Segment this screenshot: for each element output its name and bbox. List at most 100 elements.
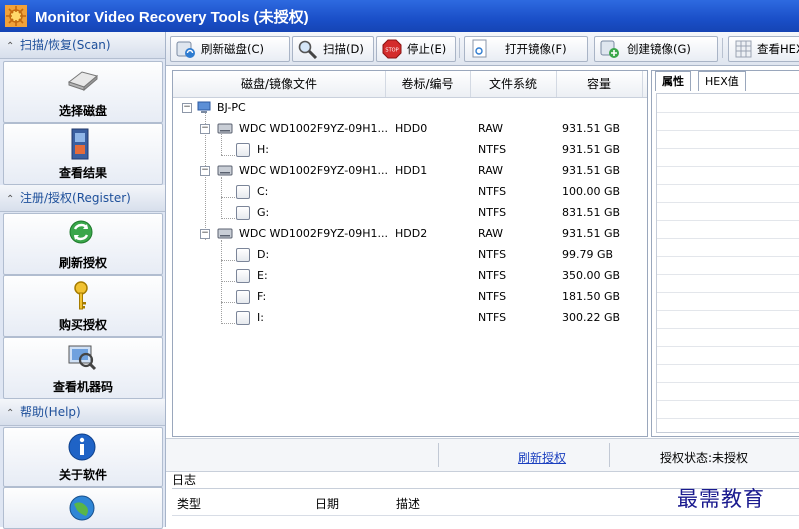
grid-line bbox=[657, 166, 799, 167]
tree-row-volume[interactable]: I: NTFS 300.22 GB bbox=[173, 307, 647, 328]
select-disk-button[interactable]: 选择磁盘 bbox=[3, 61, 163, 123]
volume-checkbox[interactable] bbox=[236, 206, 250, 220]
properties-panel: 属性 HEX值 bbox=[651, 70, 799, 437]
grid-line bbox=[657, 220, 799, 221]
file-system: NTFS bbox=[478, 311, 507, 324]
column-header[interactable]: 磁盘/镜像文件 bbox=[173, 71, 386, 97]
volume-name: H: bbox=[257, 143, 269, 156]
grid-line bbox=[657, 112, 799, 113]
grid-line bbox=[657, 364, 799, 365]
tree-row-disk[interactable]: − WDC WD1002F9YZ-09H1... HDD1 RAW 931.51… bbox=[173, 160, 647, 181]
tree-row-volume[interactable]: C: NTFS 100.00 GB bbox=[173, 181, 647, 202]
collapse-icon[interactable]: − bbox=[200, 166, 210, 176]
tree-row-volume[interactable]: H: NTFS 931.51 GB bbox=[173, 139, 647, 160]
column-header[interactable]: 容量 bbox=[556, 71, 643, 97]
file-system: NTFS bbox=[478, 290, 507, 303]
volume-name: I: bbox=[257, 311, 264, 324]
volume-name: G: bbox=[257, 206, 270, 219]
volume-checkbox[interactable] bbox=[236, 269, 250, 283]
file-system: RAW bbox=[478, 122, 503, 135]
window-title: Monitor Video Recovery Tools (未授权) bbox=[35, 9, 309, 26]
volume-name: C: bbox=[257, 185, 269, 198]
refresh-license-button[interactable]: 刷新授权 bbox=[3, 213, 163, 275]
disk-icon bbox=[67, 71, 99, 92]
view-results-button[interactable]: 查看结果 bbox=[3, 123, 163, 185]
computer-icon bbox=[197, 101, 211, 113]
capacity: 100.00 GB bbox=[562, 185, 621, 198]
log-column-description[interactable]: 描述 bbox=[396, 495, 420, 512]
hard-disk-icon bbox=[217, 123, 233, 134]
column-header[interactable]: 文件系统 bbox=[470, 71, 557, 97]
open-image-label: 打开镜像(F) bbox=[505, 42, 567, 56]
collapse-icon[interactable]: − bbox=[200, 229, 210, 239]
grid-line bbox=[657, 328, 799, 329]
refresh-disk-button[interactable]: 刷新磁盘(C) bbox=[170, 36, 290, 62]
stop-button[interactable]: STOP 停止(E) bbox=[376, 36, 456, 62]
view-machine-code-button[interactable]: 查看机器码 bbox=[3, 337, 163, 399]
create-image-icon bbox=[600, 40, 619, 58]
column-header[interactable]: 卷标/编号 bbox=[385, 71, 471, 97]
collapse-icon[interactable]: − bbox=[200, 124, 210, 134]
volume-name: E: bbox=[257, 269, 268, 282]
capacity: 181.50 GB bbox=[562, 290, 621, 303]
disk-tree-view[interactable]: 磁盘/镜像文件 卷标/编号 文件系统 容量 − BJ-PC − WDC WD10… bbox=[172, 70, 648, 437]
tree-row-disk[interactable]: − WDC WD1002F9YZ-09H1... HDD0 RAW 931.51… bbox=[173, 118, 647, 139]
tree-row-volume[interactable]: E: NTFS 350.00 GB bbox=[173, 265, 647, 286]
tree-row-disk[interactable]: − WDC WD1002F9YZ-09H1... HDD2 RAW 931.51… bbox=[173, 223, 647, 244]
disk-name: WDC WD1002F9YZ-09H1... bbox=[239, 164, 388, 177]
status-bar: 刷新授权 授权状态:未授权 bbox=[166, 438, 799, 472]
stop-label: 停止(E) bbox=[407, 42, 447, 56]
hard-disk-icon bbox=[217, 165, 233, 176]
collapse-icon[interactable]: − bbox=[182, 103, 192, 113]
file-system: NTFS bbox=[478, 206, 507, 219]
watermark-text: 最需教育 bbox=[677, 487, 765, 511]
about-button[interactable]: 关于软件 bbox=[3, 427, 163, 487]
scan-label: 扫描(D) bbox=[323, 42, 364, 56]
section-scan-header[interactable]: ⌃ 扫描/恢复(Scan) bbox=[0, 32, 165, 59]
refresh-icon bbox=[69, 220, 93, 244]
svg-text:STOP: STOP bbox=[385, 48, 398, 54]
buy-license-button[interactable]: 购买授权 bbox=[3, 275, 163, 337]
grid-line bbox=[657, 202, 799, 203]
disk-name: WDC WD1002F9YZ-09H1... bbox=[239, 122, 388, 135]
globe-icon bbox=[69, 495, 95, 521]
website-button[interactable] bbox=[3, 487, 163, 529]
grid-line bbox=[657, 382, 799, 383]
section-help-header[interactable]: ⌃ 帮助(Help) bbox=[0, 399, 165, 426]
tree-row-volume[interactable]: D: NTFS 99.79 GB bbox=[173, 244, 647, 265]
view-hex-button[interactable]: 查看HEX bbox=[728, 36, 799, 62]
hex-grid-icon bbox=[735, 40, 752, 58]
grid-line bbox=[657, 346, 799, 347]
tree-row-root[interactable]: − BJ-PC bbox=[173, 97, 647, 118]
open-image-button[interactable]: 打开镜像(F) bbox=[464, 36, 588, 62]
tree-row-volume[interactable]: G: NTFS 831.51 GB bbox=[173, 202, 647, 223]
refresh-disk-label: 刷新磁盘(C) bbox=[201, 42, 265, 56]
log-column-type[interactable]: 类型 bbox=[177, 495, 201, 512]
stop-icon: STOP bbox=[382, 39, 402, 59]
property-grid[interactable] bbox=[656, 93, 799, 433]
tab-hex[interactable]: HEX值 bbox=[698, 71, 746, 91]
scan-button[interactable]: 扫描(D) bbox=[292, 36, 374, 62]
capacity: 931.51 GB bbox=[562, 164, 621, 177]
volume-checkbox[interactable] bbox=[236, 290, 250, 304]
create-image-button[interactable]: 创建镜像(G) bbox=[594, 36, 718, 62]
log-column-date[interactable]: 日期 bbox=[315, 495, 339, 512]
refresh-license-link[interactable]: 刷新授权 bbox=[518, 449, 566, 466]
magnifier-icon bbox=[298, 40, 318, 59]
volume-checkbox[interactable] bbox=[236, 311, 250, 325]
capacity: 831.51 GB bbox=[562, 206, 621, 219]
volume-checkbox[interactable] bbox=[236, 143, 250, 157]
section-label: 帮助(Help) bbox=[20, 405, 81, 419]
volume-checkbox[interactable] bbox=[236, 248, 250, 262]
tree-row-volume[interactable]: F: NTFS 181.50 GB bbox=[173, 286, 647, 307]
tab-attributes[interactable]: 属性 bbox=[655, 71, 691, 91]
grid-line bbox=[657, 418, 799, 419]
about-label: 关于软件 bbox=[58, 468, 107, 482]
grid-line bbox=[657, 400, 799, 401]
chevron-up-icon: ⌃ bbox=[6, 194, 15, 205]
file-system: NTFS bbox=[478, 248, 507, 261]
toolbar: 刷新磁盘(C) 扫描(D) STOP 停止(E) 打开镜像(F) 创建镜像(G)… bbox=[166, 32, 799, 66]
section-register-header[interactable]: ⌃ 注册/授权(Register) bbox=[0, 185, 165, 212]
volume-checkbox[interactable] bbox=[236, 185, 250, 199]
capacity: 931.51 GB bbox=[562, 227, 621, 240]
